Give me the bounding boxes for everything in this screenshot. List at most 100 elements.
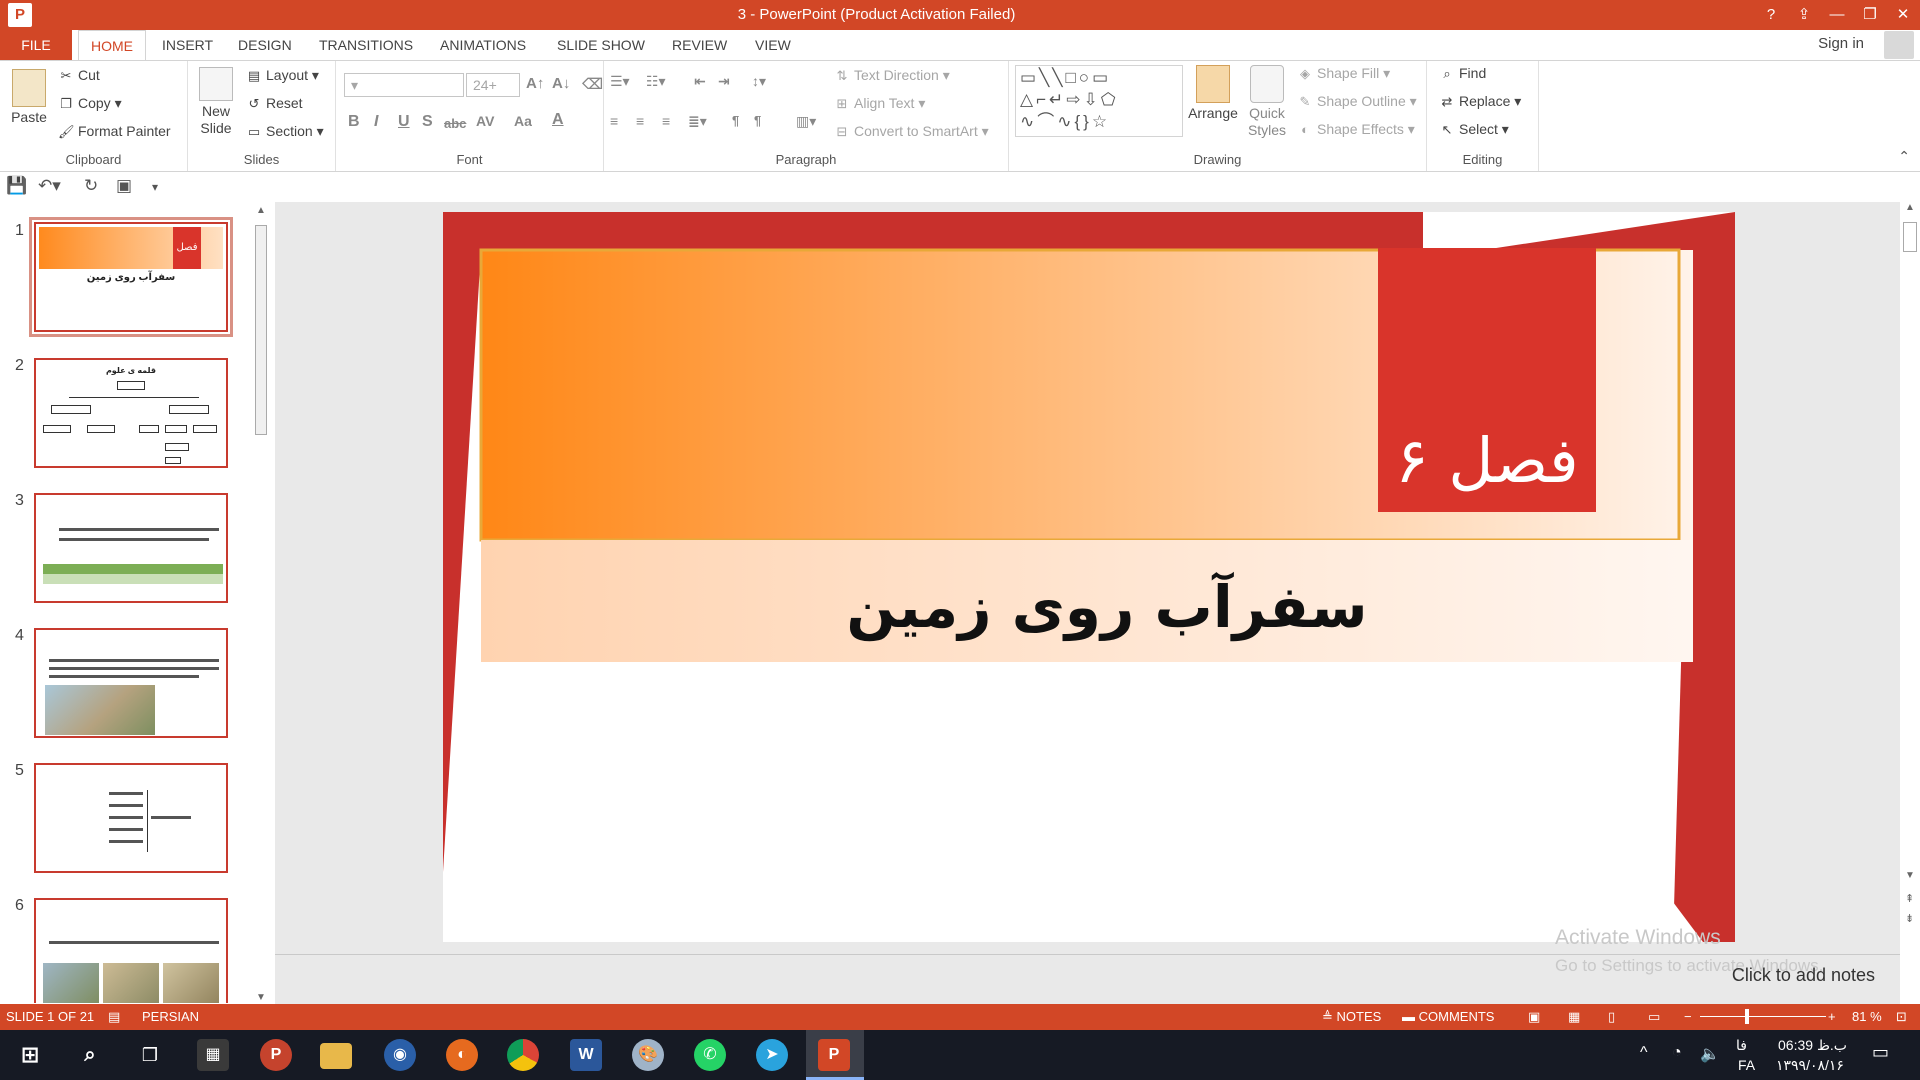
reset-button[interactable]: ↺ Reset (246, 95, 303, 112)
notification-icon[interactable]: ▭ (1872, 1042, 1889, 1063)
powerpoint-icon[interactable]: P (818, 1039, 850, 1071)
align-left-icon[interactable]: ≡ (610, 113, 618, 129)
zoom-out-icon[interactable]: − (1684, 1009, 1692, 1024)
redo-icon[interactable]: ↻ (84, 176, 98, 196)
telegram-icon[interactable]: ➤ (756, 1039, 788, 1071)
numbering-icon[interactable]: ☷▾ (646, 73, 666, 90)
line-spacing-icon[interactable]: ↕▾ (752, 73, 766, 90)
customize-qat-icon[interactable]: ▾ (152, 180, 158, 194)
bullets-icon[interactable]: ☰▾ (610, 73, 630, 90)
current-slide[interactable]: فصل ۶ سفرآب روی زمین (443, 212, 1735, 942)
tab-design[interactable]: DESIGN (226, 30, 304, 60)
clear-formatting-icon[interactable]: ⌫ (582, 75, 603, 93)
scroll-down-icon[interactable]: ▼ (1905, 870, 1915, 881)
scroll-up-icon[interactable]: ▲ (1905, 202, 1915, 213)
font-size-box[interactable]: 24+ (466, 73, 520, 97)
slide-thumbnail-1[interactable]: فصل ۶ سفرآب روی زمین (29, 217, 233, 337)
slide-scroll-thumb[interactable] (1903, 222, 1917, 252)
text-direction-button[interactable]: ⇅ Text Direction ▾ (834, 67, 950, 84)
whatsapp-icon[interactable]: ✆ (694, 1039, 726, 1071)
clock-date[interactable]: ۱۳۹۹/۰۸/۱۶ (1776, 1057, 1844, 1074)
search-icon[interactable]: ⌕ (74, 1039, 106, 1071)
bold-button[interactable]: B (348, 113, 360, 131)
notes-placeholder[interactable]: Click to add notes (1732, 965, 1875, 986)
convert-smartart-button[interactable]: ⊟ Convert to SmartArt ▾ (834, 123, 989, 140)
save-icon[interactable]: 💾 (6, 176, 27, 196)
zoom-level[interactable]: 81 % (1852, 1009, 1882, 1024)
shape-outline-button[interactable]: ✎ Shape Outline ▾ (1297, 93, 1417, 110)
italic-button[interactable]: I (374, 113, 378, 131)
ltr-icon[interactable]: ¶ (732, 113, 739, 128)
fit-to-window-icon[interactable]: ⊡ (1896, 1009, 1907, 1025)
tab-transitions[interactable]: TRANSITIONS (307, 30, 425, 60)
tab-view[interactable]: VIEW (743, 30, 803, 60)
next-slide-icon[interactable]: ⇟ (1905, 912, 1914, 925)
cut-button[interactable]: ✂ Cut (58, 67, 100, 84)
input-language-bottom[interactable]: FA (1738, 1057, 1755, 1073)
increase-font-icon[interactable]: A↑ (526, 75, 544, 92)
notes-button[interactable]: ≜ NOTES (1322, 1009, 1381, 1025)
arrange-button[interactable]: Arrange (1187, 65, 1239, 121)
font-color-button[interactable]: A (552, 111, 564, 129)
align-right-icon[interactable]: ≡ (662, 113, 670, 129)
start-from-beginning-icon[interactable]: ▣ (116, 176, 132, 196)
font-name-box[interactable]: ▾ (344, 73, 464, 97)
character-spacing-button[interactable]: AV (476, 113, 494, 129)
wifi-icon[interactable]: ◔ (1672, 1044, 1682, 1062)
app-p-icon[interactable]: P (260, 1039, 292, 1071)
quick-styles-button[interactable]: Quick Styles (1243, 65, 1291, 139)
undo-icon[interactable]: ↶▾ (38, 176, 61, 196)
select-button[interactable]: ↖ Select ▾ (1439, 121, 1509, 138)
tab-review[interactable]: REVIEW (660, 30, 739, 60)
comments-button[interactable]: ▬ COMMENTS (1402, 1009, 1494, 1024)
user-avatar[interactable] (1884, 31, 1914, 59)
layout-button[interactable]: ▤ Layout ▾ (246, 67, 319, 84)
language-indicator[interactable]: PERSIAN (142, 1009, 199, 1024)
replace-button[interactable]: ⇄ Replace ▾ (1439, 93, 1522, 110)
scroll-down-icon[interactable]: ▼ (256, 992, 266, 1003)
new-slide-button[interactable]: New Slide (196, 67, 236, 137)
rtl-icon[interactable]: ¶ (754, 113, 761, 128)
shape-fill-button[interactable]: ◈ Shape Fill ▾ (1297, 65, 1390, 82)
scroll-up-icon[interactable]: ▲ (256, 205, 266, 216)
strikethrough-button[interactable]: abc (444, 116, 466, 131)
slide-thumbnail-3[interactable] (34, 493, 228, 603)
slide-thumbnail-2[interactable]: قلمه ی علوم (34, 358, 228, 468)
tab-home[interactable]: HOME (78, 30, 146, 60)
close-button[interactable]: ✕ (1888, 2, 1918, 28)
file-explorer-icon[interactable] (320, 1043, 352, 1069)
section-button[interactable]: ▭ Section ▾ (246, 123, 324, 140)
chrome-icon[interactable] (507, 1039, 539, 1071)
windows-start-icon[interactable]: ⊞ (14, 1039, 46, 1071)
tab-animations[interactable]: ANIMATIONS (428, 30, 538, 60)
align-center-icon[interactable]: ≡ (636, 113, 644, 129)
ribbon-display-options-button[interactable]: ⇪ (1789, 2, 1819, 28)
columns-icon[interactable]: ▥▾ (796, 113, 816, 130)
word-icon[interactable]: W (570, 1039, 602, 1071)
slide-thumbnail-6[interactable] (34, 898, 228, 1003)
calculator-icon[interactable]: ▦ (197, 1039, 229, 1071)
firefox-icon[interactable]: ◐ (446, 1039, 478, 1071)
slide-scrollbar[interactable]: ▲ ▼ ⇞ ⇟ (1900, 202, 1920, 1004)
zoom-slider-handle[interactable] (1745, 1009, 1749, 1024)
tab-slide-show[interactable]: SLIDE SHOW (545, 30, 657, 60)
decrease-indent-icon[interactable]: ⇤ (694, 73, 706, 90)
shape-effects-button[interactable]: ◐ Shape Effects ▾ (1297, 121, 1415, 138)
clock-time[interactable]: 06:39 ب.ظ (1778, 1037, 1847, 1054)
slide-title[interactable]: سفرآب روی زمین (846, 571, 1367, 642)
minimize-button[interactable]: — (1822, 2, 1852, 28)
blue-app-icon[interactable]: ◉ (384, 1039, 416, 1071)
paint-icon[interactable]: 🎨 (632, 1039, 664, 1071)
previous-slide-icon[interactable]: ⇞ (1905, 892, 1914, 905)
task-view-icon[interactable]: ❐ (134, 1039, 166, 1071)
reading-view-icon[interactable]: ▯ (1608, 1009, 1615, 1025)
paste-button[interactable]: Paste (10, 69, 48, 125)
volume-icon[interactable]: 🔈 (1700, 1044, 1720, 1064)
collapse-ribbon-icon[interactable]: ⌃ (1898, 148, 1910, 165)
show-hidden-icons[interactable]: ^ (1640, 1044, 1648, 1062)
slide-sorter-icon[interactable]: ▦ (1568, 1009, 1580, 1025)
align-text-button[interactable]: ⊞ Align Text ▾ (834, 95, 926, 112)
increase-indent-icon[interactable]: ⇥ (718, 73, 730, 90)
underline-button[interactable]: U (398, 113, 410, 131)
help-button[interactable]: ? (1756, 2, 1786, 28)
